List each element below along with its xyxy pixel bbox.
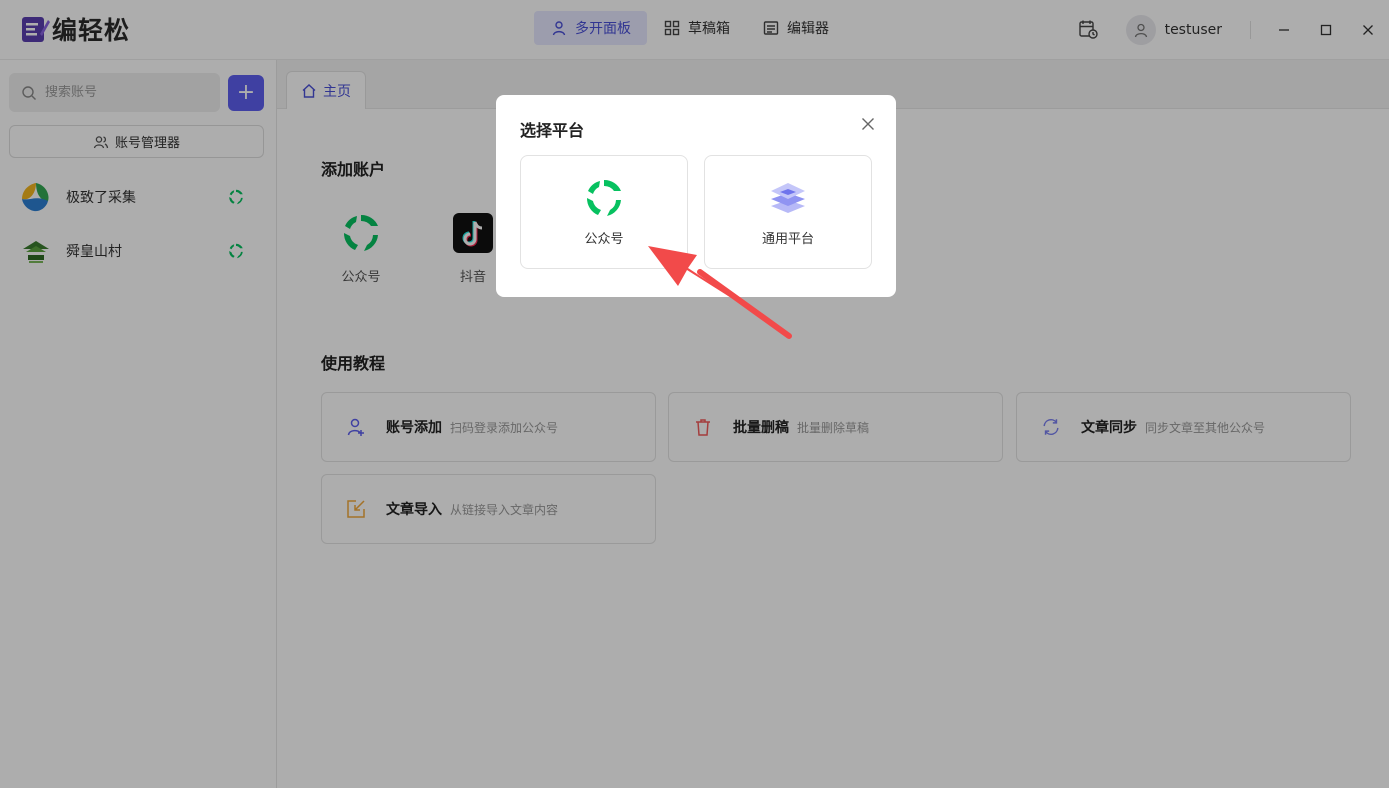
option-generic-platform[interactable]: 通用平台 (704, 155, 872, 269)
option-label: 公众号 (584, 231, 624, 247)
option-label: 通用平台 (761, 231, 814, 247)
dialog-title: 选择平台 (520, 121, 585, 140)
layers-icon (768, 178, 808, 218)
select-platform-dialog: 选择平台 公众号 通用平台 (496, 95, 896, 297)
close-icon[interactable] (858, 114, 878, 134)
option-wechat[interactable]: 公众号 (520, 155, 688, 269)
wechat-icon (584, 178, 624, 218)
